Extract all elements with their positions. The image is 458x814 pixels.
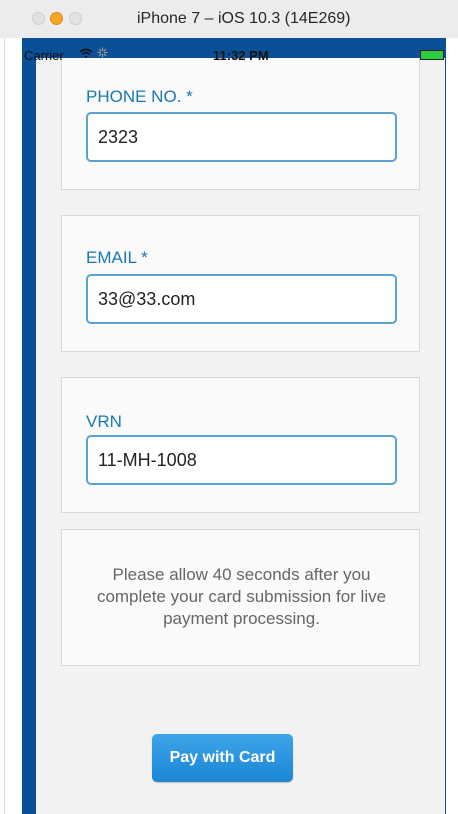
- vrn-field[interactable]: [86, 435, 397, 485]
- window-title: iPhone 7 – iOS 10.3 (14E269): [137, 10, 351, 27]
- window-titlebar: iPhone 7 – iOS 10.3 (14E269): [0, 0, 458, 39]
- activity-spinner-icon: [97, 47, 108, 61]
- simulator-right-frame: [446, 38, 458, 814]
- wifi-icon: [79, 47, 93, 62]
- phone-label: PHONE NO. *: [86, 87, 193, 106]
- phone-field[interactable]: [86, 112, 397, 162]
- close-window-button[interactable]: [32, 12, 45, 25]
- carrier-label: Carrier: [24, 48, 64, 63]
- payment-notice-text: Please allow 40 seconds after you comple…: [96, 565, 387, 628]
- minimize-window-button[interactable]: [50, 12, 63, 25]
- vrn-label: VRN: [86, 412, 122, 431]
- battery-icon: [420, 50, 444, 60]
- email-field[interactable]: [86, 274, 397, 324]
- email-card: EMAIL *: [61, 215, 420, 352]
- pay-with-card-button[interactable]: Pay with Card: [152, 734, 293, 782]
- checkout-form: PHONE NO. * EMAIL * VRN Please allow 40 …: [36, 58, 445, 814]
- email-label: EMAIL *: [86, 248, 148, 267]
- status-time: 11:32 PM: [213, 48, 269, 63]
- vrn-card: VRN: [61, 377, 420, 513]
- ios-status-bar: Carrier 11:32 PM: [22, 38, 446, 66]
- simulator-window: iPhone 7 – iOS 10.3 (14E269) Carrier 11:…: [0, 0, 458, 814]
- phone-card: PHONE NO. *: [61, 58, 420, 190]
- payment-notice-card: Please allow 40 seconds after you comple…: [61, 529, 420, 666]
- simulator-frame-line: [4, 38, 5, 814]
- zoom-window-button[interactable]: [69, 12, 82, 25]
